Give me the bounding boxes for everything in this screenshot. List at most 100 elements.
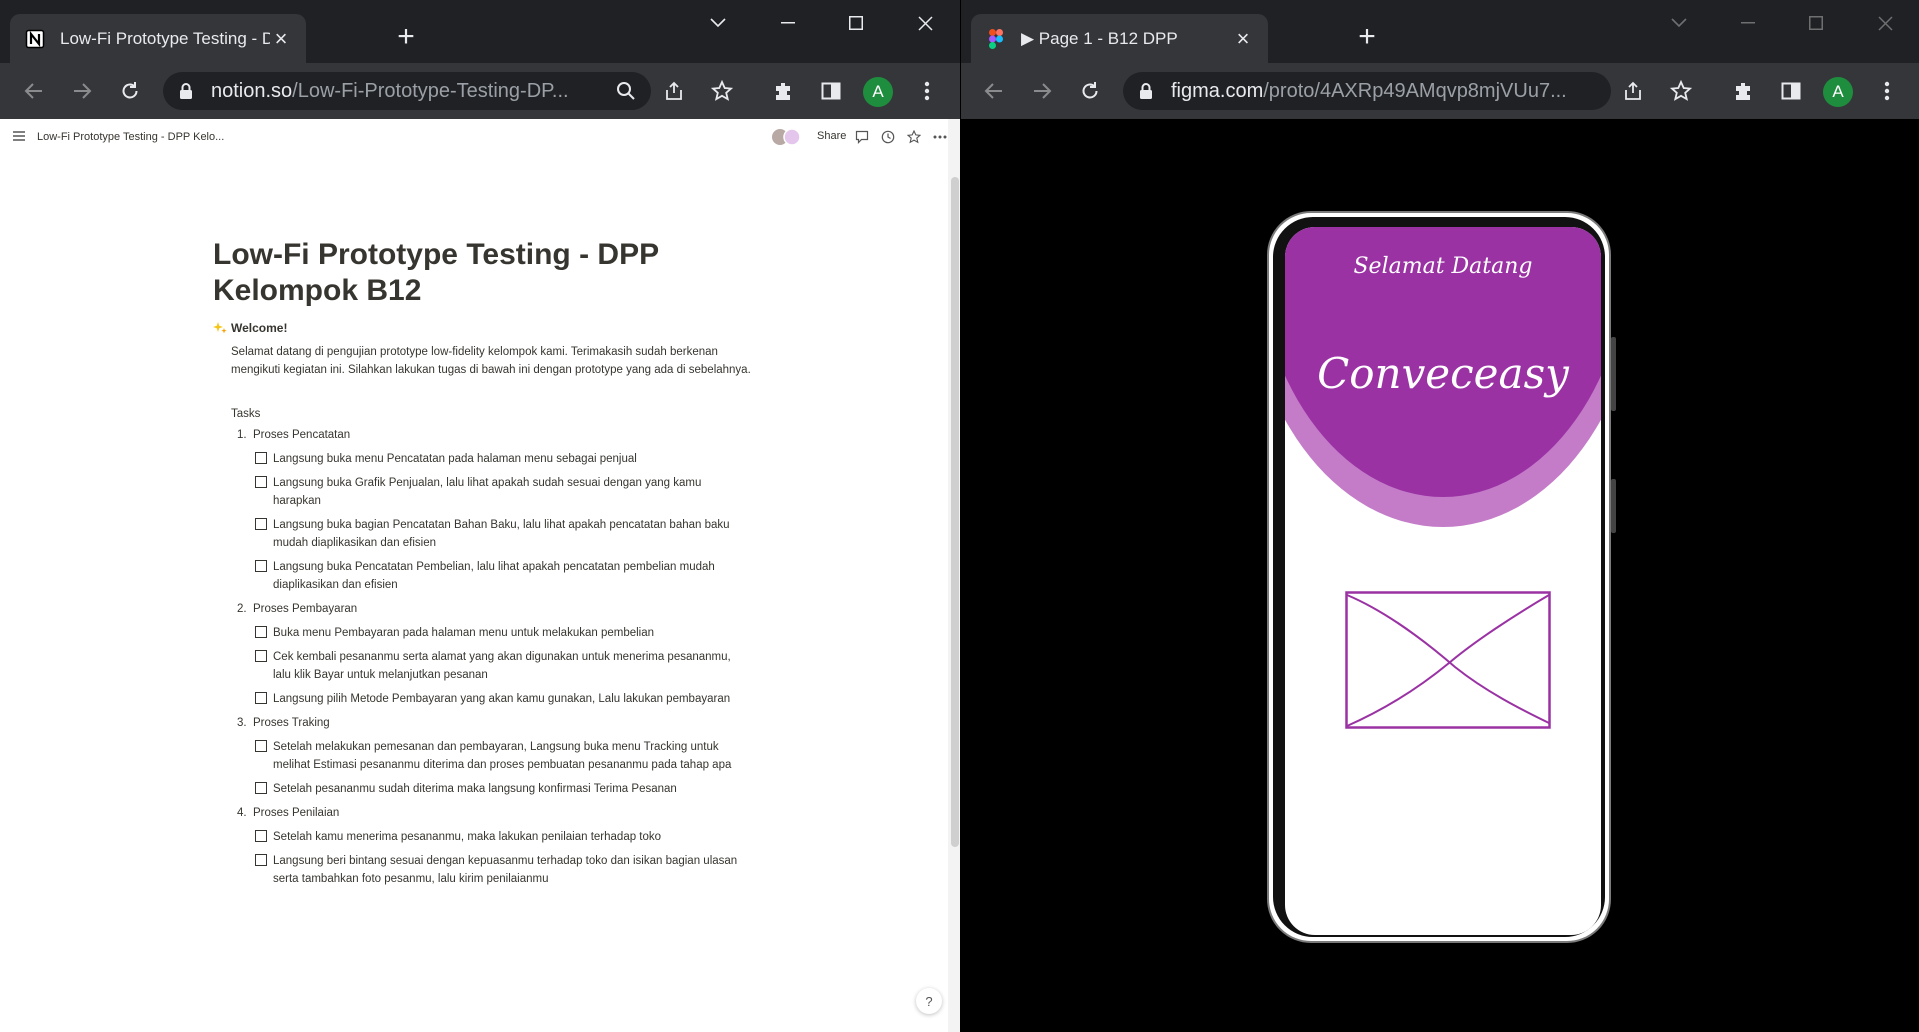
intro-paragraph[interactable]: Selamat datang di pengujian prototype lo… — [231, 343, 751, 379]
collaborator-avatars[interactable] — [771, 128, 805, 146]
todo-item: Cek kembali pesananmu serta alamat yang … — [255, 648, 753, 684]
todo-item: Langsung buka bagian Pencatatan Bahan Ba… — [255, 516, 753, 552]
tab-notion[interactable]: Low-Fi Prototype Testing - DPP K × — [10, 14, 306, 63]
profile-avatar[interactable]: A — [863, 77, 893, 107]
page-title[interactable]: Low-Fi Prototype Testing - DPP Kelompok … — [213, 237, 753, 309]
phone-bezel: Selamat Datang Conveceasy — [1273, 217, 1605, 937]
maximize-icon[interactable] — [833, 10, 879, 36]
tasks-heading[interactable]: Tasks — [231, 408, 753, 420]
tab-figma[interactable]: ▶ Page 1 - B12 DPP × — [971, 14, 1268, 63]
todo-text[interactable]: Setelah melakukan pemesanan dan pembayar… — [273, 738, 743, 774]
app-name: Conveceasy — [1317, 349, 1569, 398]
phone-side-button — [1611, 337, 1616, 411]
maximize-icon[interactable] — [1793, 10, 1839, 36]
task-group[interactable]: 4. Proses Penilaian Setelah kamu menerima … — [231, 804, 753, 888]
more-options-icon[interactable] — [931, 128, 949, 146]
todo-checkbox[interactable] — [255, 740, 267, 752]
new-tab-button[interactable]: + — [1351, 22, 1383, 54]
todo-checkbox[interactable] — [255, 518, 267, 530]
share-page-icon[interactable] — [1619, 77, 1647, 105]
browser-window-notion: Low-Fi Prototype Testing - DPP K × + — [0, 0, 960, 1032]
todo-text[interactable]: Langsung beri bintang sesuai dengan kepu… — [273, 852, 743, 888]
share-page-icon[interactable] — [660, 77, 688, 105]
extensions-icon[interactable] — [1729, 77, 1757, 105]
tab-search-icon[interactable] — [695, 10, 741, 36]
tab-title: Low-Fi Prototype Testing - DPP K — [60, 28, 270, 48]
todo-text[interactable]: Setelah kamu menerima pesananmu, maka la… — [273, 828, 743, 846]
browser-window-figma: ▶ Page 1 - B12 DPP × + figma.com/proto/4… — [961, 0, 1919, 1032]
bookmark-star-icon[interactable] — [708, 77, 736, 105]
url-domain: notion.so — [211, 79, 293, 102]
tab-search-icon[interactable] — [1656, 10, 1702, 36]
todo-text[interactable]: Buka menu Pembayaran pada halaman menu u… — [273, 624, 743, 642]
side-panel-icon[interactable] — [817, 77, 845, 105]
todo-text[interactable]: Cek kembali pesananmu serta alamat yang … — [273, 648, 743, 684]
minimize-icon[interactable] — [1725, 10, 1771, 36]
sidebar-toggle-icon[interactable] — [12, 129, 28, 145]
todo-item: Langsung buka menu Pencatatan pada halam… — [255, 450, 753, 468]
todo-checkbox[interactable] — [255, 830, 267, 842]
comment-icon[interactable] — [853, 128, 871, 146]
reload-icon[interactable] — [116, 77, 144, 105]
task-group[interactable]: 1. Proses Pencatatan Langsung buka menu Pe… — [231, 426, 753, 594]
address-bar[interactable]: figma.com/proto/4AXRp49AMqvp8mjVUu7... — [1123, 72, 1611, 110]
task-group[interactable]: 2. Proses Pembayaran Buka menu Pembayaran … — [231, 600, 753, 708]
todo-checkbox[interactable] — [255, 452, 267, 464]
image-placeholder-icon — [1345, 591, 1551, 729]
profile-avatar[interactable]: A — [1823, 77, 1853, 107]
greeting-text: Selamat Datang — [1353, 254, 1533, 279]
todo-checkbox[interactable] — [255, 782, 267, 794]
bookmark-star-icon[interactable] — [1667, 77, 1695, 105]
todo-checkbox[interactable] — [255, 692, 267, 704]
reload-icon[interactable] — [1076, 77, 1104, 105]
share-button[interactable]: Share — [817, 130, 846, 142]
updates-clock-icon[interactable] — [879, 128, 897, 146]
breadcrumb[interactable]: Low-Fi Prototype Testing - DPP Kelo... — [37, 131, 224, 143]
zoom-icon[interactable] — [612, 77, 640, 105]
back-icon[interactable] — [980, 77, 1008, 105]
todo-checkbox[interactable] — [255, 854, 267, 866]
browser-toolbar: figma.com/proto/4AXRp49AMqvp8mjVUu7... A — [961, 63, 1919, 119]
todo-checkbox[interactable] — [255, 476, 267, 488]
minimize-icon[interactable] — [765, 10, 811, 36]
todo-item: Langsung pilih Metode Pembayaran yang ak… — [255, 690, 753, 708]
help-button[interactable]: ? — [916, 988, 942, 1014]
todo-checkbox[interactable] — [255, 650, 267, 662]
close-tab-icon[interactable]: × — [270, 27, 292, 50]
forward-icon[interactable] — [1028, 77, 1056, 105]
new-tab-button[interactable]: + — [390, 22, 422, 54]
back-icon[interactable] — [20, 77, 48, 105]
menu-kebab-icon[interactable] — [913, 77, 941, 105]
task-group[interactable]: 3. Proses Traking Setelah melakukan pemesa… — [231, 714, 753, 798]
todo-checkbox[interactable] — [255, 560, 267, 572]
extensions-icon[interactable] — [769, 77, 797, 105]
task-group-label: Proses Pencatatan — [253, 429, 351, 441]
todo-text[interactable]: Langsung pilih Metode Pembayaran yang ak… — [273, 690, 743, 708]
todo-item: Langsung buka Grafik Penjualan, lalu lih… — [255, 474, 753, 510]
side-panel-icon[interactable] — [1777, 77, 1805, 105]
sparkle-icon — [213, 321, 227, 335]
notion-page: Low-Fi Prototype Testing - DPP Kelo... S… — [0, 119, 960, 1032]
todo-text[interactable]: Langsung buka Grafik Penjualan, lalu lih… — [273, 474, 743, 510]
address-bar[interactable]: notion.so/Low-Fi-Prototype-Testing-DP... — [163, 72, 651, 110]
welcome-heading[interactable]: Welcome! — [213, 320, 753, 336]
figma-prototype-canvas[interactable]: Selamat Datang Conveceasy — [961, 119, 1919, 1032]
forward-icon[interactable] — [68, 77, 96, 105]
phone-frame: Selamat Datang Conveceasy — [1267, 211, 1611, 943]
close-window-icon[interactable] — [1862, 10, 1908, 36]
lock-icon — [1139, 82, 1157, 100]
prototype-screen[interactable]: Selamat Datang Conveceasy — [1285, 227, 1601, 935]
todo-text[interactable]: Langsung buka Pencatatan Pembelian, lalu… — [273, 558, 743, 594]
scrollbar-thumb[interactable] — [951, 177, 959, 847]
menu-kebab-icon[interactable] — [1873, 77, 1901, 105]
todo-checkbox[interactable] — [255, 626, 267, 638]
todo-text[interactable]: Langsung buka bagian Pencatatan Bahan Ba… — [273, 516, 743, 552]
todo-item: Buka menu Pembayaran pada halaman menu u… — [255, 624, 753, 642]
todo-item: Langsung beri bintang sesuai dengan kepu… — [255, 852, 753, 888]
close-tab-icon[interactable]: × — [1232, 27, 1254, 50]
favorite-star-icon[interactable] — [905, 128, 923, 146]
browser-toolbar: notion.so/Low-Fi-Prototype-Testing-DP...… — [0, 63, 960, 119]
todo-text[interactable]: Setelah pesananmu sudah diterima maka la… — [273, 780, 743, 798]
todo-text[interactable]: Langsung buka menu Pencatatan pada halam… — [273, 450, 743, 468]
close-window-icon[interactable] — [902, 10, 948, 36]
